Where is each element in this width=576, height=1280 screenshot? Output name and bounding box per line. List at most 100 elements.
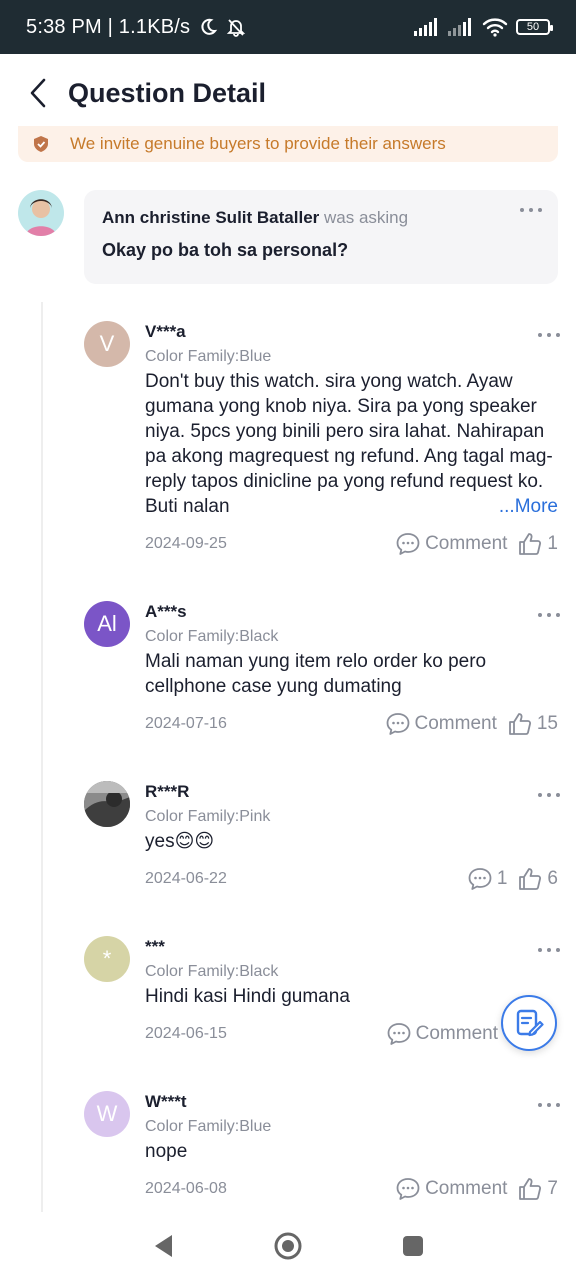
answer-text: Mali naman yung item relo order ko pero …	[145, 651, 487, 697]
comment-label: Comment	[425, 533, 508, 554]
like-button[interactable]: 1	[517, 531, 558, 557]
answer-footer: 2024-09-25 Comment 1	[145, 530, 558, 558]
comment-icon	[468, 868, 492, 890]
header: Question Detail	[0, 54, 576, 132]
answer-variant: Color Family:Blue	[145, 348, 272, 365]
moon-icon	[201, 18, 218, 35]
comment-count: 1	[496, 868, 508, 889]
answer-variant: Color Family:Black	[145, 963, 279, 980]
nav-home-button[interactable]	[268, 1226, 308, 1266]
bell-off-icon	[227, 19, 246, 37]
nav-recents-button[interactable]	[393, 1226, 433, 1266]
answer-variant: Color Family:Blue	[145, 1118, 272, 1135]
asker-avatar[interactable]	[18, 190, 64, 236]
answer-more-icon[interactable]	[538, 331, 560, 339]
triangle-back-icon	[154, 1235, 172, 1257]
answer-date: 2024-06-22	[145, 870, 227, 887]
answer-more-icon[interactable]	[538, 611, 560, 619]
answer-body: V***a Color Family:Blue Don't buy this w…	[145, 321, 558, 519]
shield-icon	[34, 136, 48, 152]
thumbs-up-icon	[519, 1178, 542, 1200]
comment-icon	[386, 713, 409, 735]
status-left: 5:38 PM | 1.1KB/s	[26, 16, 246, 39]
answer-text: yes😊😊	[145, 831, 215, 852]
invite-banner: We invite genuine buyers to provide thei…	[18, 126, 558, 162]
comment-label: Comment	[425, 1178, 508, 1199]
answer-more-icon[interactable]	[538, 791, 560, 799]
avatar-initial: *	[102, 946, 112, 971]
write-answer-button[interactable]	[501, 995, 557, 1051]
answer-date: 2024-06-15	[145, 1025, 227, 1042]
answer-actions: Comment 1	[395, 531, 558, 557]
like-count: 1	[547, 533, 558, 554]
answer-body: A***s Color Family:Black Mali naman yung…	[145, 601, 558, 699]
answer-text-content: Don't buy this watch. sira yong watch. A…	[145, 371, 553, 517]
answer-avatar[interactable]: Al	[84, 601, 130, 647]
answer-footer: 2024-06-08 Comment 7	[145, 1175, 558, 1203]
like-button[interactable]: 6	[517, 866, 558, 892]
back-button[interactable]	[8, 63, 68, 123]
comment-button[interactable]: 1	[467, 866, 508, 892]
answer-avatar[interactable]: V	[84, 321, 130, 367]
status-bar: 5:38 PM | 1.1KB/s 50	[0, 0, 576, 54]
answer-date: 2024-07-16	[145, 715, 227, 732]
circle-home-icon	[274, 1232, 302, 1260]
question-text: Okay po ba toh sa personal?	[102, 240, 349, 260]
question-more-icon[interactable]	[520, 206, 542, 214]
square-recents-icon	[403, 1236, 424, 1256]
answer-item: V V***a Color Family:Blue Don't buy this…	[84, 321, 560, 561]
answer-actions: Comment 7	[395, 1176, 558, 1202]
page-title: Question Detail	[68, 77, 267, 108]
more-link[interactable]: ...More	[496, 494, 558, 519]
answer-more-icon[interactable]	[538, 946, 560, 954]
screen: 5:38 PM | 1.1KB/s 50 Question Detail We …	[0, 0, 576, 1280]
avatar-photo-icon	[84, 781, 130, 827]
asker-verb: was asking	[324, 208, 409, 227]
comment-button[interactable]: Comment	[385, 711, 497, 737]
answer-name: ***	[145, 937, 165, 956]
avatar-photo-icon	[18, 190, 64, 236]
signal-2-icon	[448, 18, 471, 36]
comment-button[interactable]: Comment	[386, 1021, 498, 1047]
nav-back-button[interactable]	[143, 1226, 183, 1266]
status-right: 50	[414, 17, 553, 37]
question-card: Ann christine Sulit Bataller was asking …	[84, 190, 558, 284]
comment-label: Comment	[414, 713, 497, 734]
comment-icon	[396, 533, 420, 555]
answer-more-icon[interactable]	[538, 1101, 560, 1109]
like-button[interactable]: 7	[517, 1176, 558, 1202]
answer-text: nope	[145, 1141, 188, 1162]
answer-footer: 2024-06-22 1 6	[145, 865, 558, 893]
system-nav-bar	[0, 1212, 576, 1280]
answer-name: V***a	[145, 322, 186, 341]
answer-footer: 2024-07-16 Comment 15	[145, 710, 558, 738]
answer-avatar[interactable]: *	[84, 936, 130, 982]
thumbs-up-icon	[519, 868, 542, 890]
answer-body: R***R Color Family:Pink yes😊😊	[145, 781, 558, 854]
answer-avatar[interactable]: W	[84, 1091, 130, 1137]
like-count: 15	[536, 713, 558, 734]
comment-icon	[396, 1178, 420, 1200]
like-count: 7	[547, 1178, 558, 1199]
answer-text: Don't buy this watch. sira yong watch. A…	[145, 369, 558, 519]
signal-icon	[414, 18, 437, 36]
comment-button[interactable]: Comment	[395, 1176, 507, 1202]
answer-text: Hindi kasi Hindi gumana	[145, 986, 350, 1007]
battery-icon: 50	[516, 19, 553, 35]
answer-item: * *** Color Family:Black Hindi kasi Hind…	[84, 936, 560, 1056]
answer-footer: 2024-06-15 Comment	[145, 1020, 558, 1048]
comment-icon	[387, 1023, 411, 1045]
battery-level: 50	[526, 21, 540, 33]
answer-name: A***s	[145, 602, 187, 621]
back-arrow-icon	[30, 78, 46, 108]
answer-date: 2024-06-08	[145, 1180, 227, 1197]
answer-item: R***R Color Family:Pink yes😊😊 2024-06-22…	[84, 781, 560, 901]
answer-name: R***R	[145, 782, 190, 801]
like-button[interactable]: 15	[507, 711, 558, 737]
wifi-icon	[482, 18, 508, 37]
answer-actions: 1 6	[467, 866, 558, 892]
comment-button[interactable]: Comment	[395, 531, 507, 557]
answer-variant: Color Family:Black	[145, 628, 279, 645]
answer-avatar[interactable]	[84, 781, 130, 827]
answer-actions: Comment	[386, 1021, 498, 1047]
